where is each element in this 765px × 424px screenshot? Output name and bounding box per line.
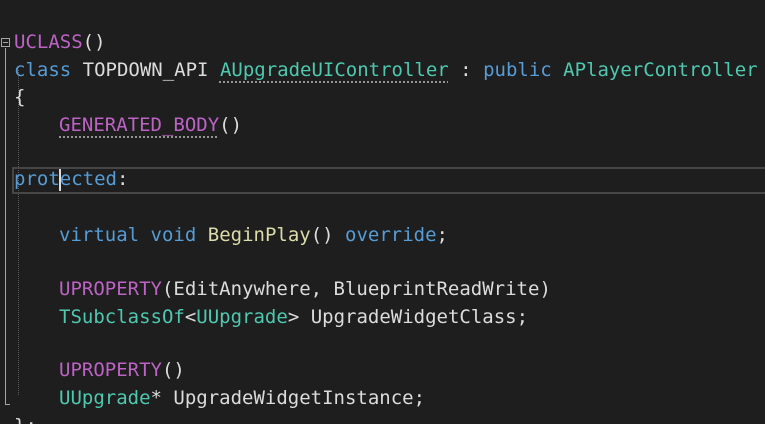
token-type: UUpgrade — [59, 387, 151, 409]
code-line-8[interactable]: virtual void BeginPlay() override; — [0, 195, 448, 246]
token-punct: () — [82, 31, 106, 53]
token-punct: < — [184, 306, 197, 328]
token-member: > UpgradeWidgetClass; — [287, 306, 529, 328]
code-line-11[interactable]: TSubclassOf<UUpgrade> UpgradeWidgetClass… — [0, 277, 528, 328]
token-template-type: TSubclassOf — [59, 306, 185, 328]
token-punct: () — [310, 224, 346, 246]
token-brace: }; — [14, 413, 37, 424]
token-args: (EditAnywhere, BlueprintReadWrite) — [161, 278, 551, 300]
token-keyword: override — [345, 224, 437, 246]
token-macro: UPROPERTY — [59, 359, 162, 381]
code-line-6[interactable]: protected: — [0, 139, 128, 190]
token-base-class: APlayerController — [563, 59, 758, 81]
code-editor[interactable]: UCLASS() class TOPDOWN_API AUpgradeUICon… — [0, 0, 765, 424]
token-punct: : — [448, 59, 484, 81]
code-line-13[interactable]: UPROPERTY() — [0, 330, 185, 381]
token-macro: UPROPERTY — [59, 278, 162, 300]
token-keyword: virtual — [59, 224, 140, 246]
text-caret — [59, 169, 61, 191]
code-line-15[interactable]: }; — [0, 386, 46, 424]
token-macro: GENERATED_BODY — [59, 114, 220, 136]
code-line-4[interactable]: GENERATED_BODY() — [0, 85, 242, 136]
token-class-name: AUpgradeUIController — [219, 59, 449, 81]
token-function: BeginPlay — [207, 224, 311, 246]
code-line-1[interactable]: UCLASS() — [0, 2, 106, 53]
code-line-3[interactable]: { — [0, 57, 46, 108]
token-api-macro: TOPDOWN_API — [82, 59, 209, 81]
token-keyword: public — [483, 59, 552, 81]
token-punct: : — [116, 168, 129, 190]
code-line-10[interactable]: UPROPERTY(EditAnywhere, BlueprintReadWri… — [0, 249, 551, 300]
token-punct: () — [161, 359, 185, 381]
token-member: * UpgradeWidgetInstance; — [150, 387, 426, 409]
token-punct: ; — [436, 224, 448, 246]
token-keyword: void — [150, 224, 197, 246]
token-type: UUpgrade — [196, 306, 288, 328]
token-punct: () — [219, 114, 243, 136]
code-line-2[interactable]: class TOPDOWN_API AUpgradeUIController :… — [0, 30, 758, 81]
token-keyword: protected — [14, 168, 117, 190]
code-line-14[interactable]: UUpgrade* UpgradeWidgetInstance; — [0, 358, 425, 409]
